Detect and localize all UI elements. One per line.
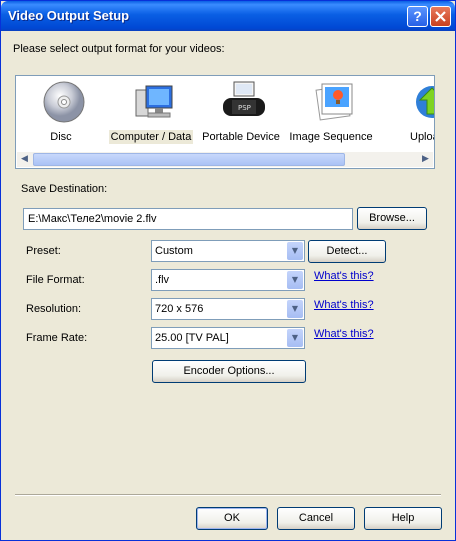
close-icon [435, 11, 446, 22]
chevron-down-icon[interactable]: ▼ [287, 271, 303, 289]
format-label: Uploa [410, 131, 434, 143]
cancel-button[interactable]: Cancel [277, 507, 355, 530]
frame-rate-label: Frame Rate: [26, 332, 88, 344]
footer-divider [15, 494, 441, 496]
title-bar[interactable]: Video Output Setup ? [1, 1, 455, 31]
file-format-select[interactable]: .flv ▼ [151, 269, 305, 291]
format-label: Portable Device [202, 131, 280, 143]
chevron-down-icon[interactable]: ▼ [287, 329, 303, 347]
browse-button[interactable]: Browse... [357, 207, 427, 230]
psp-icon: PSP [223, 81, 265, 116]
frame-rate-select[interactable]: 25.00 [TV PAL] ▼ [151, 327, 305, 349]
format-label: Image Sequence [289, 131, 373, 143]
format-disc[interactable]: Disc [16, 78, 106, 146]
scroll-right-icon[interactable]: ▶ [418, 152, 433, 167]
intro-text: Please select output format for your vid… [13, 43, 225, 55]
file-format-value: .flv [155, 274, 170, 286]
format-portable-device[interactable]: PSP Portable Device [196, 78, 286, 146]
close-button[interactable] [430, 6, 451, 27]
encoder-options-button[interactable]: Encoder Options... [152, 360, 306, 383]
chevron-down-icon[interactable]: ▼ [287, 300, 303, 318]
computer-icon [135, 85, 173, 118]
format-upload[interactable]: Uploa [376, 78, 434, 146]
file-format-help-link[interactable]: What's this? [314, 270, 374, 282]
video-output-setup-dialog: Video Output Setup ? Please select outpu… [0, 0, 456, 541]
format-computer-data[interactable]: Computer / Data [106, 78, 196, 146]
disc-icon [43, 81, 85, 123]
save-path-field[interactable]: E:\Макс\Теле2\movie 2.flv [23, 208, 353, 230]
preset-select[interactable]: Custom ▼ [151, 240, 305, 262]
chevron-down-icon[interactable]: ▼ [287, 242, 303, 260]
frame-rate-value: 25.00 [TV PAL] [155, 332, 229, 344]
preset-label: Preset: [26, 245, 61, 257]
format-image-sequence[interactable]: Image Sequence [286, 78, 376, 146]
help-button[interactable]: Help [364, 507, 442, 530]
format-scrollbar[interactable]: ◀ ▶ [17, 152, 433, 167]
frame-rate-help-link[interactable]: What's this? [314, 328, 374, 340]
resolution-help-link[interactable]: What's this? [314, 299, 374, 311]
resolution-label: Resolution: [26, 303, 82, 315]
svg-text:PSP: PSP [238, 104, 251, 112]
format-label: Disc [50, 131, 72, 143]
ok-button[interactable]: OK [196, 507, 268, 530]
upload-icon [416, 86, 434, 118]
scroll-thumb[interactable] [33, 153, 345, 166]
save-destination-label: Save Destination: [21, 183, 108, 195]
format-list: Disc Computer / Data PSP Portable Device [15, 75, 435, 169]
help-title-button[interactable]: ? [407, 6, 428, 27]
scroll-left-icon[interactable]: ◀ [17, 152, 32, 167]
detect-button[interactable]: Detect... [308, 240, 386, 263]
image-sequence-icon [315, 83, 353, 121]
resolution-value: 720 x 576 [155, 303, 204, 315]
file-format-label: File Format: [26, 274, 85, 286]
window-title: Video Output Setup [8, 8, 130, 23]
preset-value: Custom [155, 245, 193, 257]
resolution-select[interactable]: 720 x 576 ▼ [151, 298, 305, 320]
format-label: Computer / Data [108, 130, 194, 144]
